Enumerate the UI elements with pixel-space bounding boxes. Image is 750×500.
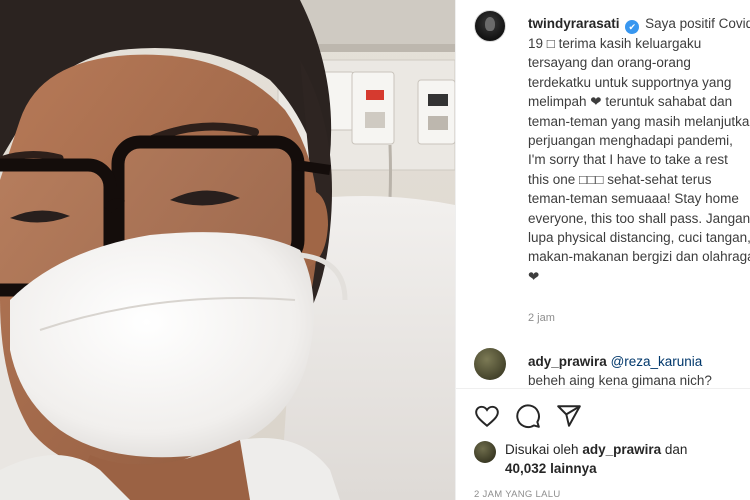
share-icon bbox=[557, 405, 581, 427]
caption-body: Saya positif Covid- 19 □ terima kasih ke… bbox=[528, 16, 750, 284]
like-button[interactable] bbox=[474, 403, 502, 431]
post-details-panel: twindyrarasati ✔ Saya positif Covid- 19 … bbox=[455, 0, 750, 500]
likes-count[interactable]: 40,032 bbox=[505, 461, 546, 476]
comment-body: beheh aing kena gimana nich? bbox=[528, 373, 712, 388]
author-username[interactable]: twindyrarasati bbox=[528, 16, 620, 31]
comment-mention[interactable]: @reza_karunia bbox=[611, 354, 703, 369]
liker-username[interactable]: ady_prawira bbox=[582, 442, 661, 457]
author-avatar[interactable] bbox=[474, 10, 506, 42]
caption-text: twindyrarasati ✔ Saya positif Covid- 19 … bbox=[528, 14, 750, 286]
likes-prefix: Disukai oleh bbox=[505, 442, 579, 457]
heart-icon bbox=[475, 405, 499, 428]
comment-icon bbox=[516, 404, 540, 429]
comment-username[interactable]: ady_prawira bbox=[528, 354, 607, 369]
selfie-illustration bbox=[0, 0, 455, 500]
divider bbox=[456, 388, 750, 389]
posted-time[interactable]: 2 JAM YANG LALU bbox=[474, 489, 561, 500]
likes-suffix[interactable]: lainnya bbox=[550, 461, 597, 476]
comment-text: ady_prawira @reza_karunia beheh aing ken… bbox=[528, 352, 750, 390]
post-photo bbox=[0, 0, 455, 500]
share-button[interactable] bbox=[556, 403, 584, 431]
commenter-avatar[interactable] bbox=[474, 348, 506, 380]
likes-text: Disukai oleh ady_prawira dan 40,032 lain… bbox=[505, 440, 745, 478]
likes-connector: dan bbox=[664, 442, 688, 457]
verified-badge-icon: ✔ bbox=[625, 20, 640, 34]
liker-avatar[interactable] bbox=[474, 441, 496, 463]
comment-button[interactable] bbox=[515, 403, 543, 431]
caption-time[interactable]: 2 jam bbox=[528, 312, 555, 324]
